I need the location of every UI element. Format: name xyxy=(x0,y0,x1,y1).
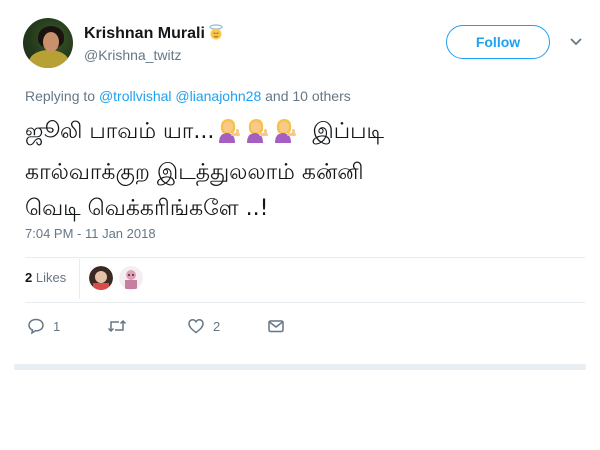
mention-link[interactable]: @trollvishal xyxy=(99,88,172,104)
liker-avatar[interactable] xyxy=(119,266,143,290)
user-handle[interactable]: @Krishna_twitz xyxy=(84,47,181,63)
woman-tipping-hand-icon xyxy=(271,117,297,155)
tweet-text: ஜூலி பாவம் யா... இப்படி கால்வாக்குற இடத்… xyxy=(25,117,385,221)
angel-face-icon xyxy=(208,24,224,40)
chevron-down-icon[interactable] xyxy=(569,37,583,47)
divider xyxy=(25,257,585,258)
reply-button[interactable]: 1 xyxy=(27,316,60,336)
timestamp[interactable]: 7:04 PM - 11 Jan 2018 xyxy=(25,226,156,241)
heart-icon xyxy=(188,319,204,334)
reply-icon xyxy=(28,318,44,335)
woman-tipping-hand-icon xyxy=(215,117,241,155)
mention-link[interactable]: @lianajohn28 xyxy=(175,88,261,104)
woman-tipping-hand-icon xyxy=(243,117,269,155)
display-name[interactable]: Krishnan Murali xyxy=(84,24,224,43)
avatar[interactable] xyxy=(23,18,73,68)
retweet-icon xyxy=(107,319,127,333)
replying-to: Replying to @trollvishal @lianajohn28 an… xyxy=(25,88,351,104)
retweet-button[interactable] xyxy=(107,316,135,336)
envelope-icon xyxy=(268,320,284,333)
divider xyxy=(25,302,585,303)
divider xyxy=(79,259,80,299)
liker-avatar[interactable] xyxy=(89,266,113,290)
likes-count[interactable]: 2 Likes xyxy=(25,270,66,285)
divider xyxy=(14,364,586,370)
direct-message-button[interactable] xyxy=(267,316,293,336)
follow-button[interactable]: Follow xyxy=(446,25,550,59)
like-button[interactable]: 2 xyxy=(187,316,220,336)
tweet-card: Krishnan Murali @Krishna_twitz Follow Re… xyxy=(0,0,600,370)
